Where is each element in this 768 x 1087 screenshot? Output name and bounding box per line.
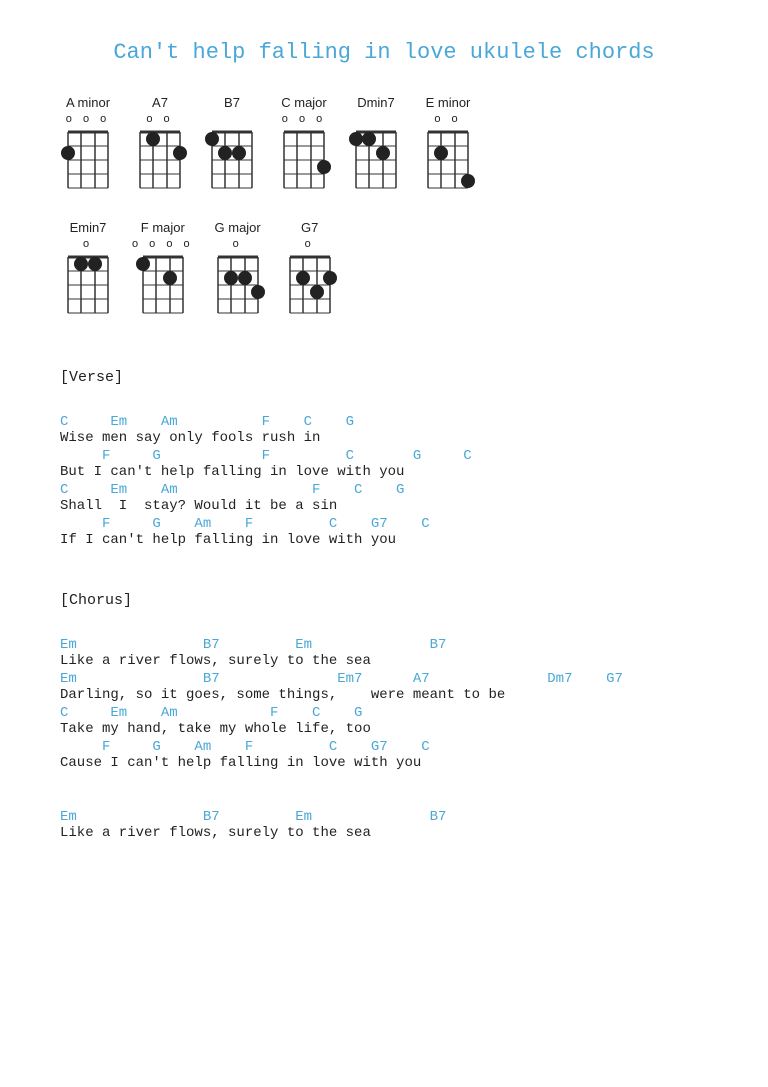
verse-lyrics-1: Wise men say only fools rush in bbox=[60, 430, 708, 446]
verse-section: [Verse] C Em Am F C G Wise men say only … bbox=[60, 369, 708, 548]
chorus-lyrics-1: Like a river flows, surely to the sea bbox=[60, 653, 708, 669]
chord-emin7: Emin7 o bbox=[60, 220, 116, 317]
chorus-chords-4: F G Am F C G7 C bbox=[60, 739, 708, 755]
chorus-section: [Chorus] Em B7 Em B7 Like a river flows,… bbox=[60, 592, 708, 771]
repeat-section: Em B7 Em B7 Like a river flows, surely t… bbox=[60, 809, 708, 841]
chorus-lyrics-3: Take my hand, take my whole life, too bbox=[60, 721, 708, 737]
chord-eminor: E minor o o bbox=[420, 95, 476, 192]
verse-line-1: C Em Am F C G Wise men say only fools ru… bbox=[60, 414, 708, 446]
verse-chords-4: F G Am F C G7 C bbox=[60, 516, 708, 532]
chorus-line-3: C Em Am F C G Take my hand, take my whol… bbox=[60, 705, 708, 737]
verse-line-2: F G F C G C But I can't help falling in … bbox=[60, 448, 708, 480]
chorus-line-1: Em B7 Em B7 Like a river flows, surely t… bbox=[60, 637, 708, 669]
chorus-lyrics-4: Cause I can't help falling in love with … bbox=[60, 755, 708, 771]
chorus-chords-2: Em B7 Em7 A7 Dm7 G7 bbox=[60, 671, 708, 687]
chorus-line-4: F G Am F C G7 C Cause I can't help falli… bbox=[60, 739, 708, 771]
chorus-line-2: Em B7 Em7 A7 Dm7 G7 Darling, so it goes,… bbox=[60, 671, 708, 703]
verse-chords-2: F G F C G C bbox=[60, 448, 708, 464]
verse-lyrics-2: But I can't help falling in love with yo… bbox=[60, 464, 708, 480]
chorus-label: [Chorus] bbox=[60, 592, 708, 609]
verse-lyrics-4: If I can't help falling in love with you bbox=[60, 532, 708, 548]
verse-chords-1: C Em Am F C G bbox=[60, 414, 708, 430]
repeat-line-1: Em B7 Em B7 Like a river flows, surely t… bbox=[60, 809, 708, 841]
verse-lyrics-3: Shall I stay? Would it be a sin bbox=[60, 498, 708, 514]
chord-fmajor: F major o o o o bbox=[132, 220, 194, 317]
chorus-chords-1: Em B7 Em B7 bbox=[60, 637, 708, 653]
repeat-lyrics-1: Like a river flows, surely to the sea bbox=[60, 825, 708, 841]
verse-label: [Verse] bbox=[60, 369, 708, 386]
chord-g7: G7 o bbox=[282, 220, 338, 317]
chord-a7: A7 o o bbox=[132, 95, 188, 192]
chorus-lyrics-2: Darling, so it goes, some things, were m… bbox=[60, 687, 708, 703]
chord-aminor: A minor o o o bbox=[60, 95, 116, 192]
chord-cmajor: C major o o o bbox=[276, 95, 332, 192]
verse-chords-3: C Em Am F C G bbox=[60, 482, 708, 498]
verse-line-4: F G Am F C G7 C If I can't help falling … bbox=[60, 516, 708, 548]
chord-diagrams: A minor o o o A7 o o bbox=[60, 95, 708, 192]
repeat-chords-1: Em B7 Em B7 bbox=[60, 809, 708, 825]
chord-diagrams-row2: Emin7 o F major o o o o bbox=[60, 220, 708, 317]
chorus-chords-3: C Em Am F C G bbox=[60, 705, 708, 721]
page-title: Can't help falling in love ukulele chord… bbox=[60, 40, 708, 65]
chord-b7: B7 bbox=[204, 95, 260, 192]
chord-dmin7: Dmin7 bbox=[348, 95, 404, 192]
verse-line-3: C Em Am F C G Shall I stay? Would it be … bbox=[60, 482, 708, 514]
chord-gmajor: G major o bbox=[210, 220, 266, 317]
